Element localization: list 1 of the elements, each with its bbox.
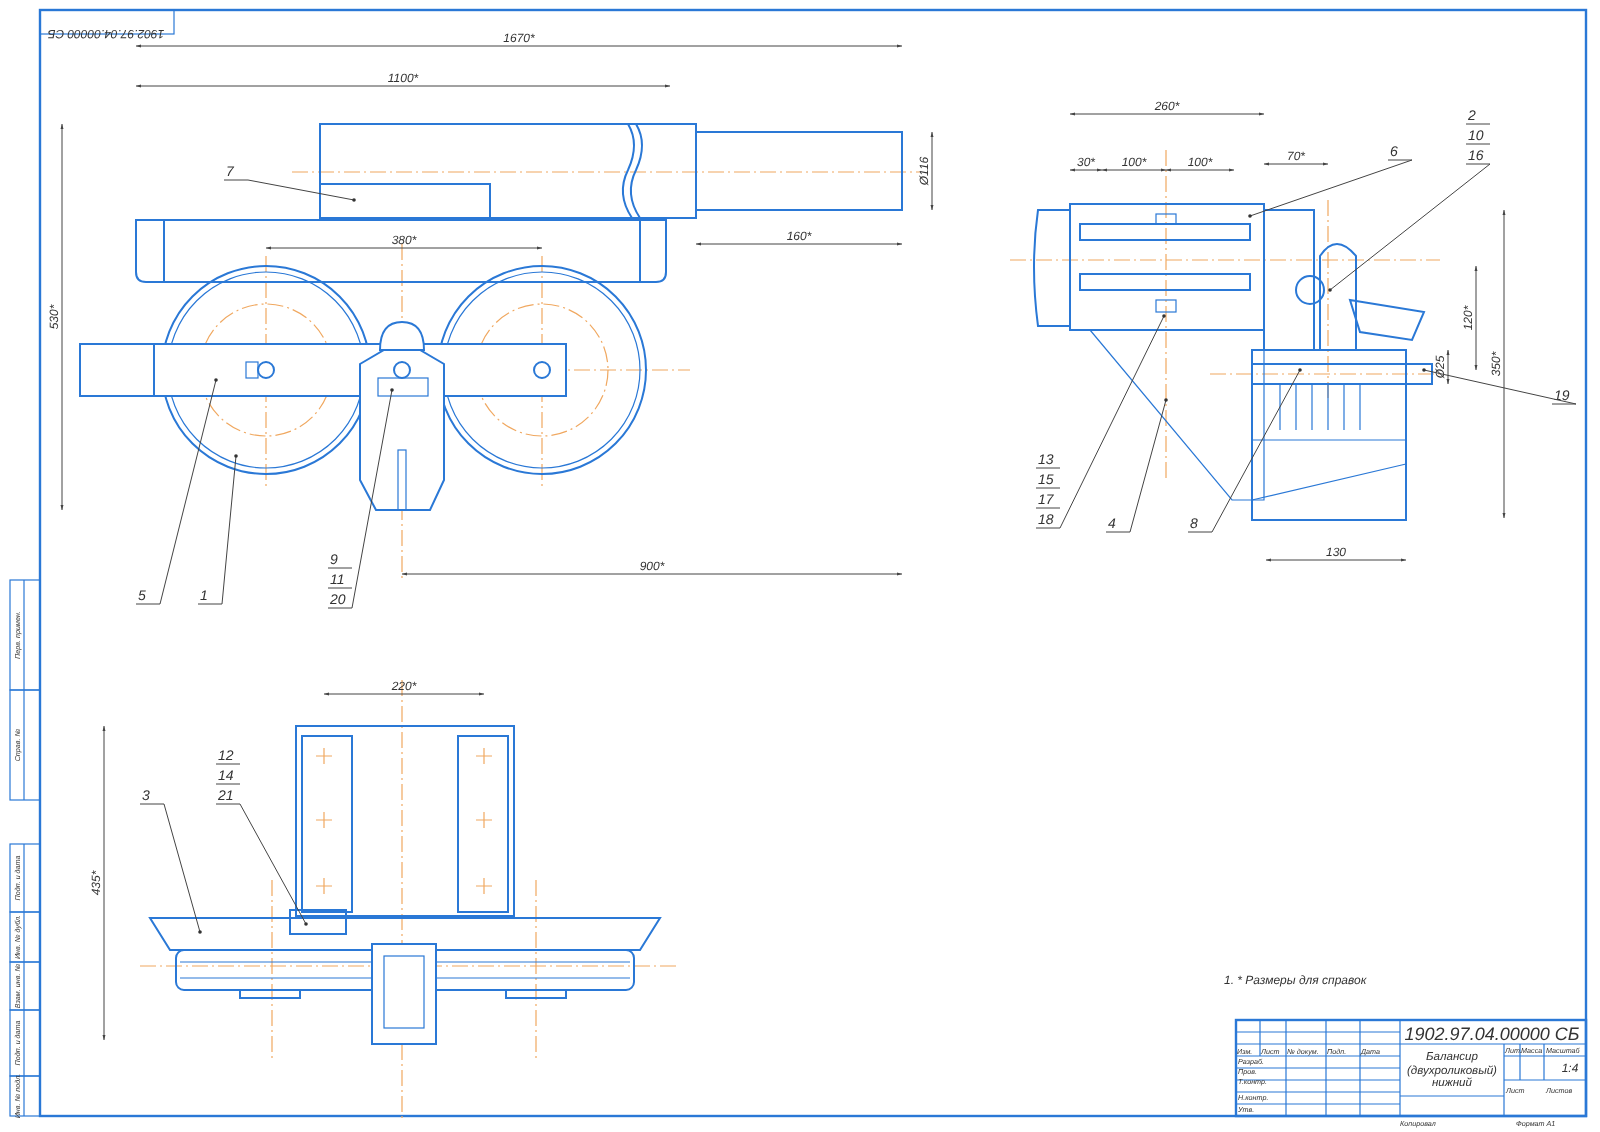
document-designation: 1902.97.04.00000 СБ xyxy=(1404,1024,1580,1044)
